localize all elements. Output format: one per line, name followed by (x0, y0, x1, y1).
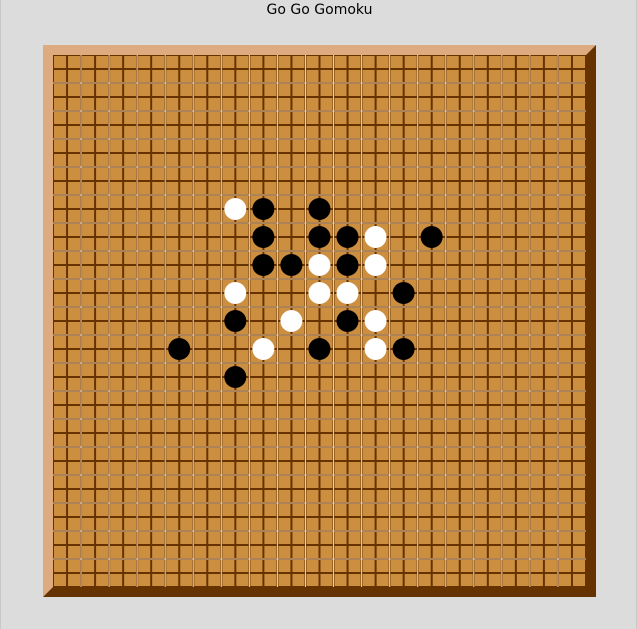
black-stone (280, 254, 303, 276)
white-stone (224, 198, 247, 220)
white-stone (224, 282, 247, 304)
black-stone (252, 198, 275, 220)
black-stone (392, 338, 415, 360)
black-stone (252, 254, 275, 276)
white-stone (308, 282, 331, 304)
black-stone (308, 226, 331, 248)
white-stone (336, 282, 359, 304)
black-stone (308, 338, 331, 360)
white-stone (364, 338, 387, 360)
window-title: Go Go Gomoku (266, 2, 373, 18)
white-stone (364, 226, 387, 248)
black-stone (336, 254, 359, 276)
black-stone (168, 338, 191, 360)
black-stone (224, 310, 247, 332)
black-stone (336, 226, 359, 248)
board-grid[interactable] (53, 55, 586, 587)
game-board[interactable] (53, 55, 586, 587)
white-stone (364, 310, 387, 332)
black-stone (224, 366, 247, 388)
black-stone (392, 282, 415, 304)
white-stone (280, 310, 303, 332)
white-stone (308, 254, 331, 276)
black-stone (308, 198, 331, 220)
black-stone (420, 226, 443, 248)
black-stone (336, 310, 359, 332)
game-window: Go Go Gomoku (0, 0, 637, 629)
black-stone (252, 226, 275, 248)
white-stone (252, 338, 275, 360)
board-frame (43, 45, 596, 597)
white-stone (364, 254, 387, 276)
